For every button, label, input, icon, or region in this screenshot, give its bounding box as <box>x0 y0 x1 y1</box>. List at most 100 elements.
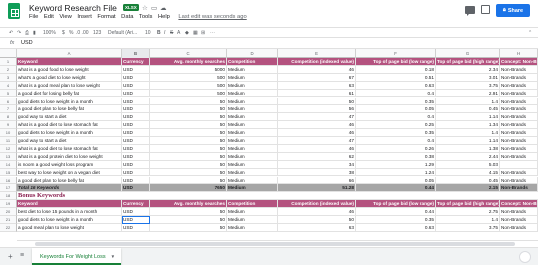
decimal-buttons[interactable]: .0 .00 <box>76 30 89 36</box>
cell[interactable]: Medium <box>227 65 278 74</box>
row-number[interactable]: 3 <box>0 73 17 82</box>
cell[interactable]: 0.4 <box>356 113 436 122</box>
menu-tools[interactable]: Tools <box>139 14 153 20</box>
cell[interactable]: good way to start a diet <box>17 137 122 145</box>
cell[interactable]: 500 <box>150 73 227 82</box>
cell[interactable]: good way to start a diet <box>17 113 122 122</box>
cell[interactable]: Non-Brands <box>500 81 538 90</box>
cell[interactable]: Non-Brands <box>500 113 538 122</box>
cell[interactable]: 50 <box>150 168 227 177</box>
cell[interactable]: 51.28 <box>278 184 356 193</box>
cell[interactable]: Medium <box>227 176 278 185</box>
cell[interactable]: Non-Brands <box>500 152 538 161</box>
header-cell[interactable]: Currency <box>122 200 150 209</box>
comment-history-icon[interactable] <box>465 6 475 16</box>
cell[interactable]: 67 <box>278 73 356 82</box>
header-cell[interactable]: Avg. monthly searches <box>150 200 227 209</box>
cell[interactable]: 50 <box>150 216 227 224</box>
cell[interactable]: 4.15 <box>436 168 500 177</box>
menu-view[interactable]: View <box>59 14 71 20</box>
cell[interactable]: USD <box>122 208 150 216</box>
add-sheet-icon[interactable]: + <box>8 252 13 261</box>
cell[interactable]: a good diet plan to lose belly fat <box>17 105 122 114</box>
cell[interactable]: Non-Brands <box>500 223 538 232</box>
cell[interactable]: 0.35 <box>356 216 436 224</box>
column-header-e[interactable]: E <box>278 49 356 58</box>
cell[interactable]: 2.91 <box>436 89 500 98</box>
row-number[interactable]: 6 <box>0 97 17 106</box>
cell[interactable]: 500 <box>150 89 227 98</box>
print-icon[interactable]: ⎙ <box>25 30 29 36</box>
cell[interactable]: good diets to lose weight in a month <box>17 216 122 224</box>
header-cell[interactable]: Top of page bid (high range) <box>436 200 500 209</box>
row-number[interactable]: 13 <box>0 152 17 161</box>
cell[interactable]: 2.34 <box>436 65 500 74</box>
row-number[interactable]: 22 <box>0 223 17 232</box>
cell[interactable]: Bonus Keywords <box>17 192 538 201</box>
cell[interactable]: USD <box>122 65 150 74</box>
row-number[interactable]: 7 <box>0 105 17 114</box>
cell[interactable]: 1.4 <box>436 97 500 106</box>
cell[interactable]: Medium <box>227 137 278 145</box>
cell[interactable]: USD <box>122 73 150 82</box>
cell[interactable]: Medium <box>227 113 278 122</box>
cell[interactable] <box>500 160 538 169</box>
cell[interactable]: 0.4 <box>356 89 436 98</box>
cell[interactable]: what is a good diet to lose stomach fat <box>17 144 122 153</box>
cell[interactable]: 1.14 <box>436 113 500 122</box>
column-header-c[interactable]: C <box>150 49 227 58</box>
last-edit-link[interactable]: Last edit was seconds ago <box>178 14 246 20</box>
column-header-b[interactable]: B <box>122 49 150 58</box>
cell[interactable]: a good meal plan to lose weight <box>17 223 122 232</box>
cell[interactable]: 50 <box>150 144 227 153</box>
cell[interactable]: Medium <box>227 89 278 98</box>
cell[interactable]: 0.63 <box>356 223 436 232</box>
row-number[interactable]: 16 <box>0 176 17 185</box>
cell[interactable]: Non-Brands <box>500 168 538 177</box>
all-sheets-icon[interactable]: ≡ <box>20 252 24 259</box>
cell[interactable]: what is a good food to lose weight <box>17 65 122 74</box>
cell[interactable]: USD <box>122 144 150 153</box>
cell[interactable]: a good diet plan to lose belly fat <box>17 176 122 185</box>
header-cell[interactable]: Top of page bid (high range) <box>436 58 500 66</box>
row-number[interactable]: 18 <box>0 192 17 201</box>
cell[interactable]: good diets to lose weight in a month <box>17 97 122 106</box>
cell[interactable]: 56 <box>278 105 356 114</box>
header-cell[interactable]: Keyword <box>17 58 122 66</box>
cell[interactable]: 47 <box>278 113 356 122</box>
sheets-logo-icon[interactable] <box>8 3 20 19</box>
cell[interactable]: 3.01 <box>436 73 500 82</box>
cell[interactable]: 0.25 <box>356 121 436 130</box>
header-cell[interactable]: Competition <box>227 200 278 209</box>
header-cell[interactable]: Concept: Non-Brands <box>500 58 538 66</box>
cell[interactable]: Medium <box>227 121 278 130</box>
cell[interactable]: Medium <box>227 129 278 137</box>
column-header-d[interactable]: D <box>227 49 278 58</box>
cell[interactable]: 5000 <box>150 65 227 74</box>
cell[interactable]: Non-Brands <box>500 97 538 106</box>
cell[interactable]: 46 <box>278 144 356 153</box>
cell[interactable]: 0.38 <box>356 152 436 161</box>
header-cell[interactable]: Competition (indexed value) <box>278 200 356 209</box>
row-number[interactable]: 1 <box>0 58 17 66</box>
row-number[interactable]: 12 <box>0 144 17 153</box>
cell[interactable]: 61 <box>278 89 356 98</box>
horizontal-scrollbar[interactable] <box>17 240 538 246</box>
cell[interactable]: 50 <box>150 152 227 161</box>
cell[interactable]: Medium <box>227 81 278 90</box>
cell[interactable]: USD <box>122 184 150 193</box>
cell[interactable]: 5.03 <box>436 160 500 169</box>
strikethrough-button[interactable]: S <box>170 30 173 36</box>
bold-button[interactable]: B <box>157 30 161 36</box>
row-number[interactable]: 15 <box>0 168 17 177</box>
cell[interactable]: 0.45 <box>436 176 500 185</box>
header-cell[interactable]: Keyword <box>17 200 122 209</box>
menu-data[interactable]: Data <box>121 14 133 20</box>
cell[interactable]: 50 <box>150 223 227 232</box>
cell[interactable]: Medium <box>227 105 278 114</box>
currency-format-button[interactable]: $ <box>62 30 65 36</box>
column-header-a[interactable]: A <box>17 49 122 58</box>
cell[interactable]: 63 <box>278 223 356 232</box>
explore-icon[interactable] <box>519 251 531 263</box>
header-cell[interactable]: Top of page bid (low range) <box>356 200 436 209</box>
